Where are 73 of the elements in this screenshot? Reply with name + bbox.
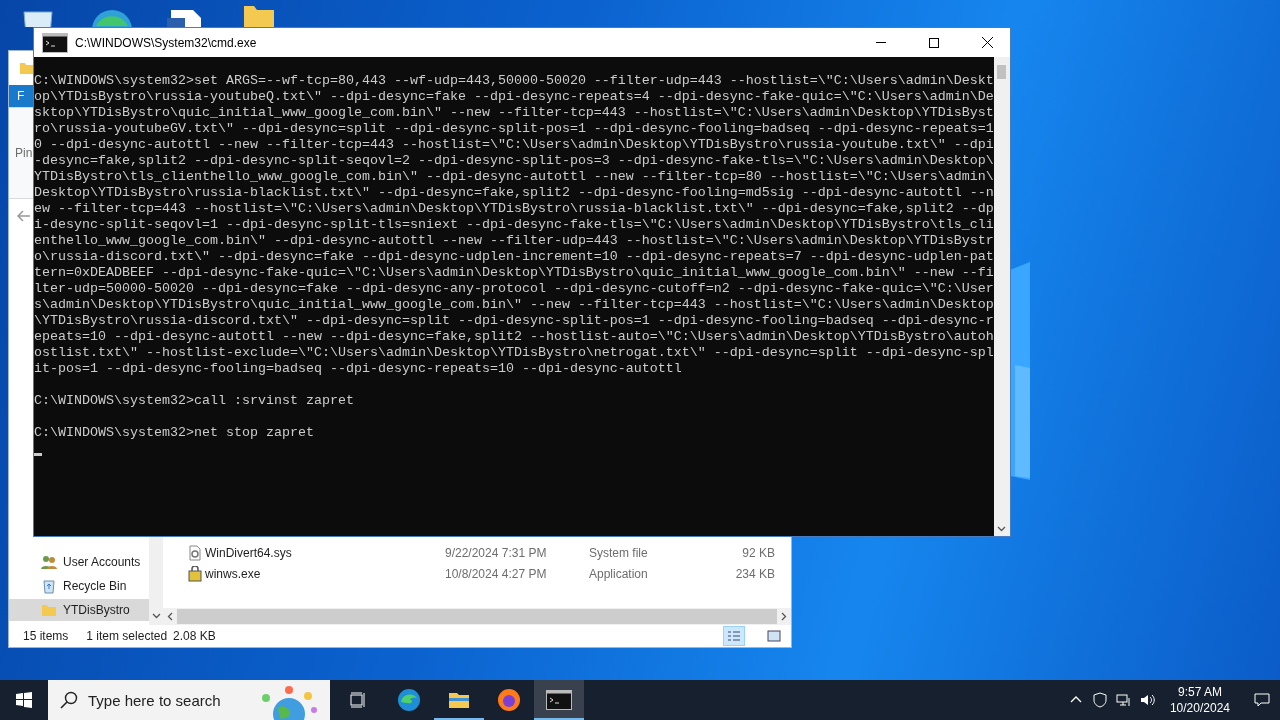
console-line: sktop\YTDisBystro\quic_initial_www_google_com.bin\" --new --filter-tcp=443 --hostlist=\"C:\Users\admin\Desktop\YTDisByst [34, 105, 994, 121]
image-icon [767, 630, 781, 642]
chevron-left-icon[interactable] [167, 612, 173, 621]
shield-icon[interactable] [1091, 692, 1108, 708]
console-line: tern=0xDEADBEEF --dpi-desync-fake-quic=\"C:\Users\admin\Desktop\YTDisBystro\quic_initial_www_google_com.bin\" --new --fi [34, 265, 994, 281]
console-line: C:\WINDOWS\system32>call :srvinst zapret [34, 393, 355, 409]
nav-item[interactable]: Recycle Bin [9, 575, 149, 597]
nav-item[interactable]: User Accounts [9, 551, 149, 573]
notification-icon[interactable] [1254, 692, 1270, 708]
console-line: C:\WINDOWS\system32>set ARGS=--wf-tcp=80,443 --wf-udp=443,50000-50020 --filter-udp=443 --hostlist=\"C:\Users\admin\Deskt [34, 73, 994, 89]
terminal-icon [546, 690, 572, 710]
console-line: ro\russia-youtubeGV.txt\" --dpi-desync=split --dpi-desync-split-pos=1 --dpi-desync-fooling=badseq --dpi-desync-repeats=1 [34, 121, 994, 137]
task-view-icon [350, 692, 368, 708]
file-type: System file [589, 545, 649, 560]
console-line: epeats=10 --dpi-desync-autottl --new --dpi-desync=fake,split2 --hostlist-auto=\"C:\Users\admin\Desktop\YTDisBystro\autoh [34, 329, 994, 345]
console-line: YTDisBystro\tls_clienthello_www_google_com.bin\" --dpi-desync-autottl --new --filter-tcp=80 --hostlist=\"C:\Users\admin\ [34, 169, 994, 185]
console-line: 0 --dpi-desync-autottl --new --filter-tcp=443 --hostlist=\"C:\Users\admin\Desktop\YTDisBystro\russia-youtube.txt\" --dpi [34, 137, 994, 153]
maximize-icon [929, 37, 939, 48]
window-title: C:\WINDOWS\System32\cmd.exe [75, 35, 257, 50]
console-line: ew --filter-tcp=443 --hostlist=\"C:\Users\admin\Desktop\YTDisBystro\russia-blacklist.txt\" --dpi-desync=fake,split2 --dp [34, 201, 994, 217]
speaker-icon[interactable] [1139, 692, 1156, 708]
text-cursor [34, 453, 42, 456]
console-line: \YTDisBystro\russia-discord.txt\" --dpi-desync=split --dpi-desync-split-pos=1 --dpi-desync-fooling=badseq --dpi-desync-r [34, 313, 994, 329]
file-type: Application [589, 566, 649, 581]
terminal-icon [42, 32, 68, 53]
console-line: it-pos=1 --dpi-desync-fooling=badseq --dpi-desync-repeats=10 --dpi-desync-autottl [34, 361, 683, 377]
users-icon [41, 554, 57, 570]
search-icon [60, 691, 78, 709]
item-count: 15 items [23, 629, 69, 643]
shield-file-icon [187, 565, 203, 582]
network-icon[interactable] [1115, 692, 1132, 708]
scrollbar-thumb[interactable] [997, 65, 1007, 79]
file-date: 9/22/2024 7:31 PM [445, 545, 548, 560]
clock[interactable]: 9:57 AM 10/20/2024 [1163, 684, 1236, 716]
pin-label: Pin [15, 146, 33, 160]
windows-logo-icon [16, 692, 32, 708]
recycle-bin-icon [41, 578, 57, 594]
file-date: 10/8/2024 4:27 PM [445, 566, 548, 581]
console-line: o\russia-discord.txt\" --dpi-desync=fake --dpi-desync-udplen-increment=10 --dpi-desync-repeats=7 --dpi-desync-udplen-pat [34, 249, 994, 265]
selection-status: 1 item selected [86, 629, 168, 643]
chevron-down-icon[interactable] [997, 526, 1007, 532]
search-field[interactable]: Type here to search [48, 680, 330, 720]
selection-size: 2.08 KB [173, 629, 216, 643]
console-line: enthello_www_google_com.bin\" --dpi-desync-autottl --new --filter-udp=443 --hostlist=\"C:\Users\admin\Desktop\YTDisBystr [34, 233, 994, 249]
list-icon [727, 630, 741, 642]
taskbar-app-button[interactable] [534, 680, 584, 720]
close-icon [981, 37, 993, 48]
scrollbar[interactable] [993, 57, 1010, 536]
folder-icon [19, 60, 35, 76]
console-line: lter-udp=50000-50020 --dpi-desync=fake --dpi-desync-any-protocol --dpi-desync-cutoff=n2 --dpi-desync-fake-quic=\"C:\User [34, 281, 994, 297]
console-line: Desktop\YTDisBystro\russia-blacklist.txt\" --dpi-desync=fake,split2 --dpi-desync-fooling=md5sig --dpi-desync-autottl --n [34, 185, 994, 201]
folder-icon [41, 602, 57, 618]
file-size: 92 KB [741, 545, 775, 560]
nav-item[interactable]: YTDisBystro [9, 599, 149, 621]
back-arrow-icon[interactable] [17, 210, 31, 222]
file-name[interactable]: winws.exe [205, 566, 445, 581]
console-line: -desync=fake,split2 --dpi-desync-split-seqovl=2 --dpi-desync-split-pos=3 --dpi-desync-fake-tls=\"C:\Users\admin\Desktop\ [34, 153, 994, 169]
console-line: C:\WINDOWS\system32>net stop zapret [34, 425, 315, 441]
console-line: op\YTDisBystro\russia-youtubeQ.txt\" --dpi-desync=fake --dpi-desync-repeats=4 --dpi-desync-fake-quic=\"C:\Users\admin\De [34, 89, 994, 105]
console-line: s\admin\Desktop\YTDisBystro\quic_initial_www_google_com.bin\" --new --filter-tcp=443 --hostlist=\"C:\Users\admin\Desktop [34, 297, 994, 313]
chevron-right-icon[interactable] [781, 612, 787, 621]
gear-file-icon [187, 544, 203, 561]
browser-wave-icon [397, 688, 421, 712]
fox-globe-icon [497, 688, 521, 712]
file-size: 234 KB [734, 566, 775, 581]
minimize-icon [876, 42, 886, 43]
file-name[interactable]: WinDivert64.sys [205, 545, 445, 560]
chevron-down-icon[interactable] [151, 613, 161, 619]
console-line: ostlist.txt\" --hostlist-exclude=\"C:\Users\admin\Desktop\YTDisBystro\netrogat.txt\" --dpi-desync=split --dpi-desync-spl [34, 345, 994, 361]
horizontal-scrollbar[interactable] [163, 608, 791, 625]
scrollbar-thumb[interactable] [177, 609, 777, 624]
console-line: i-desync-split-seqovl=1 --dpi-desync-split-tls=sniext --dpi-desync-fake-tls=\"C:\Users\admin\Desktop\YTDisBystro\tls_cli [34, 217, 994, 233]
file-tab[interactable]: F [9, 85, 33, 107]
